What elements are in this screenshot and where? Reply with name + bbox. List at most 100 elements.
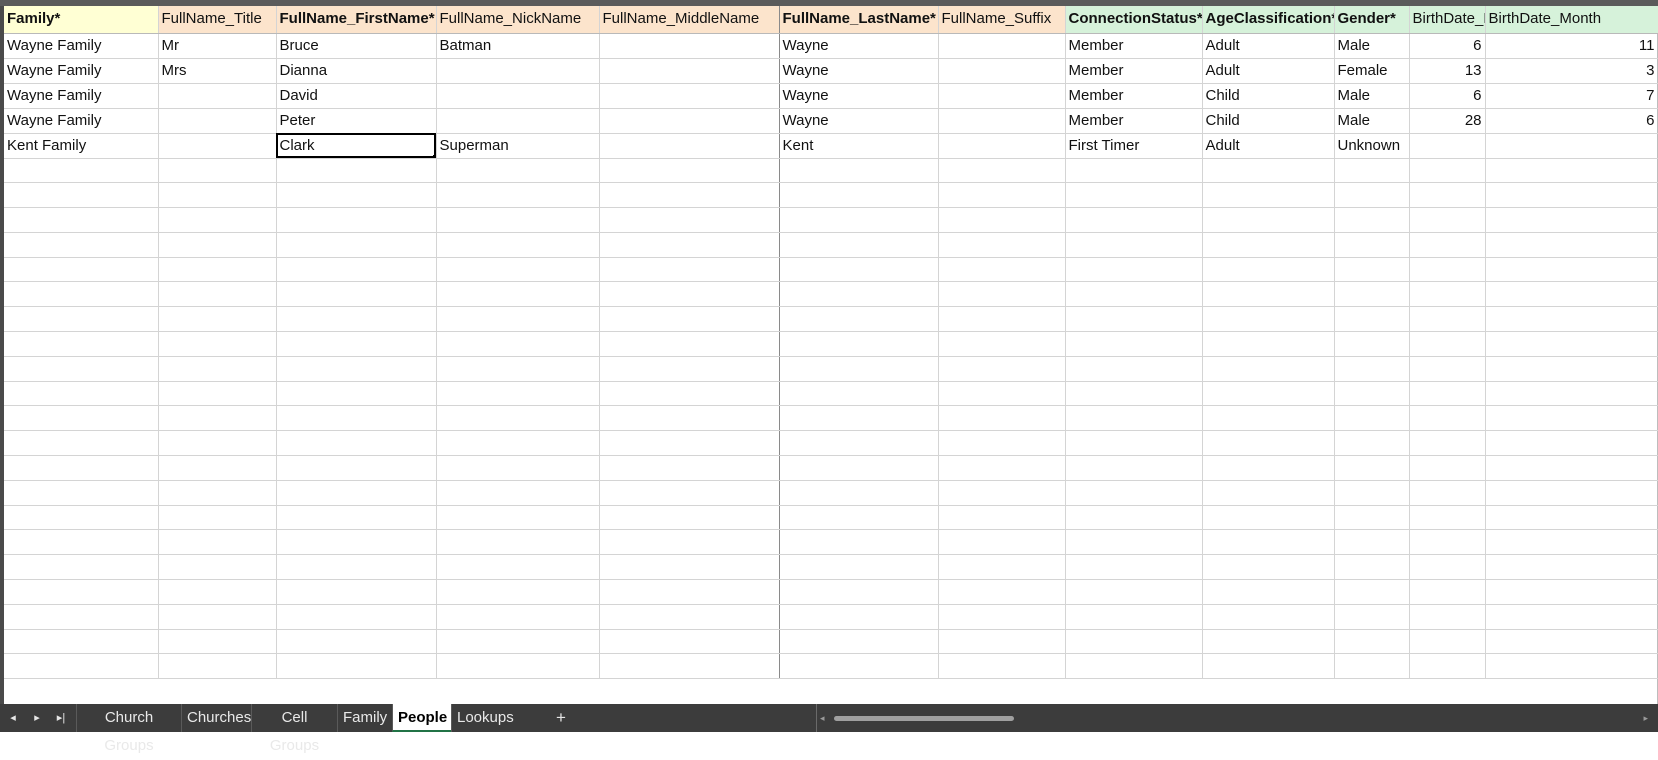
- table-cell[interactable]: [938, 653, 1066, 680]
- table-cell[interactable]: [276, 529, 437, 556]
- table-cell[interactable]: [436, 232, 600, 258]
- table-cell[interactable]: [276, 579, 437, 605]
- table-cell[interactable]: [779, 158, 939, 184]
- sheet-tab-church-groups[interactable]: Church Groups: [76, 704, 181, 754]
- table-cell[interactable]: [1202, 405, 1335, 432]
- table-cell[interactable]: [599, 281, 780, 308]
- selected-cell[interactable]: Clark: [276, 133, 437, 159]
- table-cell[interactable]: [1485, 505, 1658, 531]
- table-cell[interactable]: [276, 381, 437, 407]
- table-cell[interactable]: [158, 182, 277, 209]
- sheet-tab-churches[interactable]: Churches: [181, 704, 251, 732]
- table-cell[interactable]: [436, 579, 600, 605]
- column-header[interactable]: BirthDate_Month: [1485, 6, 1658, 34]
- table-cell[interactable]: [158, 405, 277, 432]
- table-cell[interactable]: [938, 405, 1066, 432]
- scroll-tabs-left-icon[interactable]: ◂: [0, 704, 26, 732]
- table-cell[interactable]: [276, 480, 437, 506]
- table-cell[interactable]: [779, 529, 939, 556]
- table-cell[interactable]: [158, 604, 277, 630]
- table-cell[interactable]: [1065, 455, 1203, 481]
- table-cell[interactable]: [158, 381, 277, 407]
- table-cell[interactable]: [779, 629, 939, 655]
- table-cell[interactable]: [158, 629, 277, 655]
- table-cell[interactable]: [599, 306, 780, 333]
- table-cell[interactable]: [158, 281, 277, 308]
- table-cell[interactable]: [779, 554, 939, 581]
- table-cell[interactable]: [4, 158, 159, 184]
- table-cell[interactable]: [1202, 306, 1335, 333]
- table-cell[interactable]: [1334, 529, 1410, 556]
- table-cell[interactable]: [158, 83, 277, 109]
- table-cell[interactable]: [938, 480, 1066, 506]
- table-cell[interactable]: [4, 356, 159, 382]
- fill-handle[interactable]: [432, 154, 435, 157]
- table-cell[interactable]: Batman: [436, 33, 600, 59]
- table-cell[interactable]: [1202, 207, 1335, 233]
- table-cell[interactable]: [1485, 629, 1658, 655]
- table-cell[interactable]: [599, 455, 780, 481]
- table-cell[interactable]: [779, 306, 939, 333]
- table-cell[interactable]: [1409, 306, 1486, 333]
- table-cell[interactable]: [1202, 554, 1335, 581]
- table-cell[interactable]: [1065, 331, 1203, 357]
- table-cell[interactable]: [4, 579, 159, 605]
- table-cell[interactable]: [436, 331, 600, 357]
- table-cell[interactable]: [1485, 579, 1658, 605]
- table-cell[interactable]: [1202, 158, 1335, 184]
- table-cell[interactable]: [4, 653, 159, 680]
- scroll-tabs-last-icon[interactable]: ▸|: [48, 704, 74, 732]
- table-cell[interactable]: [1202, 653, 1335, 680]
- table-cell[interactable]: Wayne: [779, 33, 939, 59]
- table-cell[interactable]: Wayne Family: [4, 33, 159, 59]
- table-cell[interactable]: [1334, 405, 1410, 432]
- table-cell[interactable]: [1202, 505, 1335, 531]
- table-cell[interactable]: [158, 306, 277, 333]
- table-cell[interactable]: [436, 381, 600, 407]
- table-cell[interactable]: [1485, 182, 1658, 209]
- table-cell[interactable]: [599, 381, 780, 407]
- table-cell[interactable]: [1334, 356, 1410, 382]
- table-cell[interactable]: [599, 58, 780, 84]
- table-cell[interactable]: [4, 306, 159, 333]
- table-cell[interactable]: Child: [1202, 108, 1335, 134]
- table-cell[interactable]: Wayne Family: [4, 108, 159, 134]
- table-cell[interactable]: [1334, 381, 1410, 407]
- table-cell[interactable]: [1334, 158, 1410, 184]
- table-cell[interactable]: [599, 158, 780, 184]
- table-cell[interactable]: [1202, 529, 1335, 556]
- column-header[interactable]: Gender*: [1334, 6, 1410, 34]
- column-header[interactable]: FullName_Title: [158, 6, 277, 34]
- table-cell[interactable]: [599, 405, 780, 432]
- table-cell[interactable]: 6: [1409, 33, 1486, 59]
- table-cell[interactable]: [4, 505, 159, 531]
- table-cell[interactable]: Male: [1334, 33, 1410, 59]
- table-cell[interactable]: Member: [1065, 58, 1203, 84]
- column-header[interactable]: AgeClassification*: [1202, 6, 1335, 34]
- table-cell[interactable]: [1202, 381, 1335, 407]
- sheet-tab-lookups[interactable]: Lookups: [451, 704, 514, 732]
- table-cell[interactable]: [1202, 579, 1335, 605]
- table-cell[interactable]: Wayne: [779, 83, 939, 109]
- table-cell[interactable]: [779, 257, 939, 283]
- table-cell[interactable]: [938, 133, 1066, 159]
- table-cell[interactable]: [779, 381, 939, 407]
- table-cell[interactable]: Wayne Family: [4, 83, 159, 109]
- table-cell[interactable]: Adult: [1202, 33, 1335, 59]
- table-cell[interactable]: [4, 381, 159, 407]
- table-cell[interactable]: [938, 207, 1066, 233]
- table-cell[interactable]: Unknown: [1334, 133, 1410, 159]
- table-cell[interactable]: [779, 579, 939, 605]
- table-cell[interactable]: [599, 83, 780, 109]
- table-cell[interactable]: [1202, 604, 1335, 630]
- table-cell[interactable]: [1202, 281, 1335, 308]
- table-cell[interactable]: [1334, 430, 1410, 457]
- table-cell[interactable]: [436, 653, 600, 680]
- table-cell[interactable]: David: [276, 83, 437, 109]
- table-cell[interactable]: [276, 505, 437, 531]
- table-cell[interactable]: Adult: [1202, 58, 1335, 84]
- table-cell[interactable]: [276, 629, 437, 655]
- table-cell[interactable]: 13: [1409, 58, 1486, 84]
- table-cell[interactable]: [938, 33, 1066, 59]
- table-cell[interactable]: [436, 529, 600, 556]
